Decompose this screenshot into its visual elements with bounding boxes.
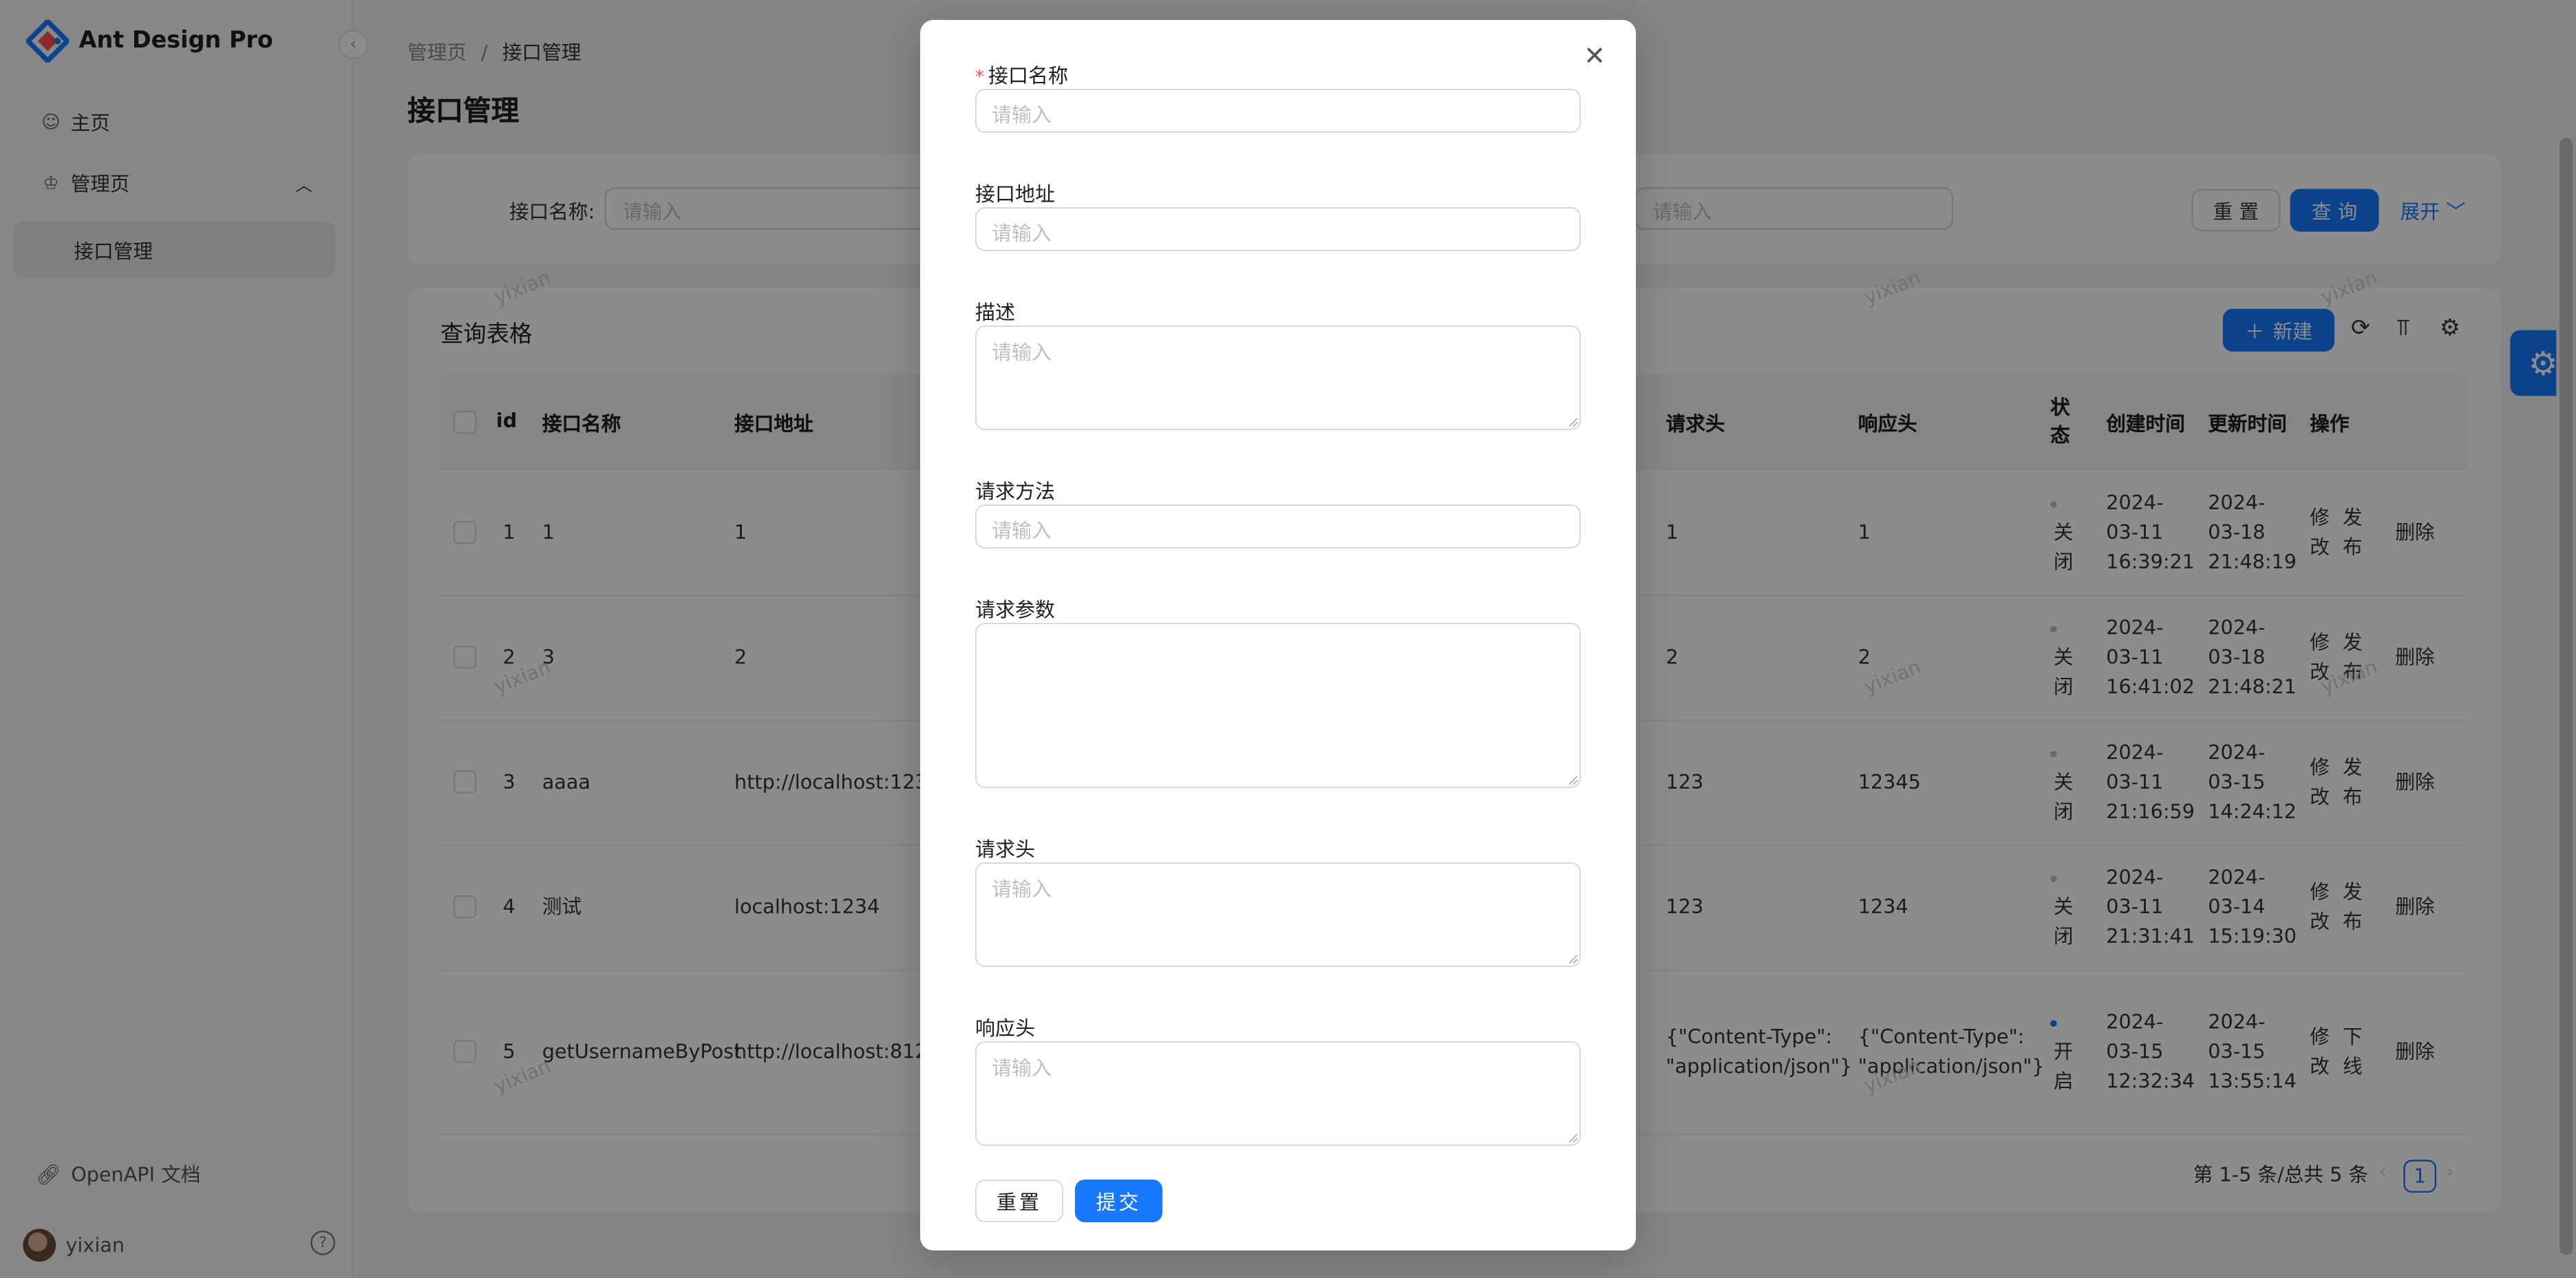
required-mark: * [975, 67, 984, 87]
modal-reset-button[interactable]: 重置 [975, 1180, 1063, 1222]
field-label-url: 接口地址 [975, 182, 1056, 206]
resize-handle[interactable] [1569, 955, 1577, 963]
resize-handle[interactable] [1569, 1134, 1577, 1142]
field-label-name: * 接口名称 [975, 60, 1068, 89]
name-input[interactable]: 请输入 [975, 89, 1581, 133]
create-interface-modal: ✕ * 接口名称 请输入 接口地址 请输入 描述 请输入 请求方法 请输入 请求参… [920, 20, 1636, 1250]
field-label-text: 接口名称 [988, 64, 1069, 87]
field-label-method: 请求方法 [975, 480, 1056, 503]
response-header-textarea[interactable]: 请输入 [975, 1041, 1581, 1146]
description-textarea[interactable]: 请输入 [975, 326, 1581, 430]
url-input[interactable]: 请输入 [975, 207, 1581, 251]
resize-handle[interactable] [1569, 776, 1577, 785]
request-header-textarea[interactable]: 请输入 [975, 862, 1581, 967]
method-input[interactable]: 请输入 [975, 504, 1581, 549]
field-label-request-header: 请求头 [975, 838, 1036, 861]
params-textarea[interactable] [975, 623, 1581, 788]
field-label-description: 描述 [975, 301, 1016, 324]
close-icon[interactable]: ✕ [1582, 43, 1607, 69]
resize-handle[interactable] [1569, 418, 1577, 427]
field-label-response-header: 响应头 [975, 1016, 1036, 1040]
request-header-placeholder: 请输入 [992, 877, 1052, 901]
field-label-params: 请求参数 [975, 598, 1056, 621]
description-placeholder: 请输入 [992, 341, 1052, 364]
modal-submit-button[interactable]: 提交 [1075, 1180, 1162, 1222]
response-header-placeholder: 请输入 [992, 1056, 1052, 1080]
